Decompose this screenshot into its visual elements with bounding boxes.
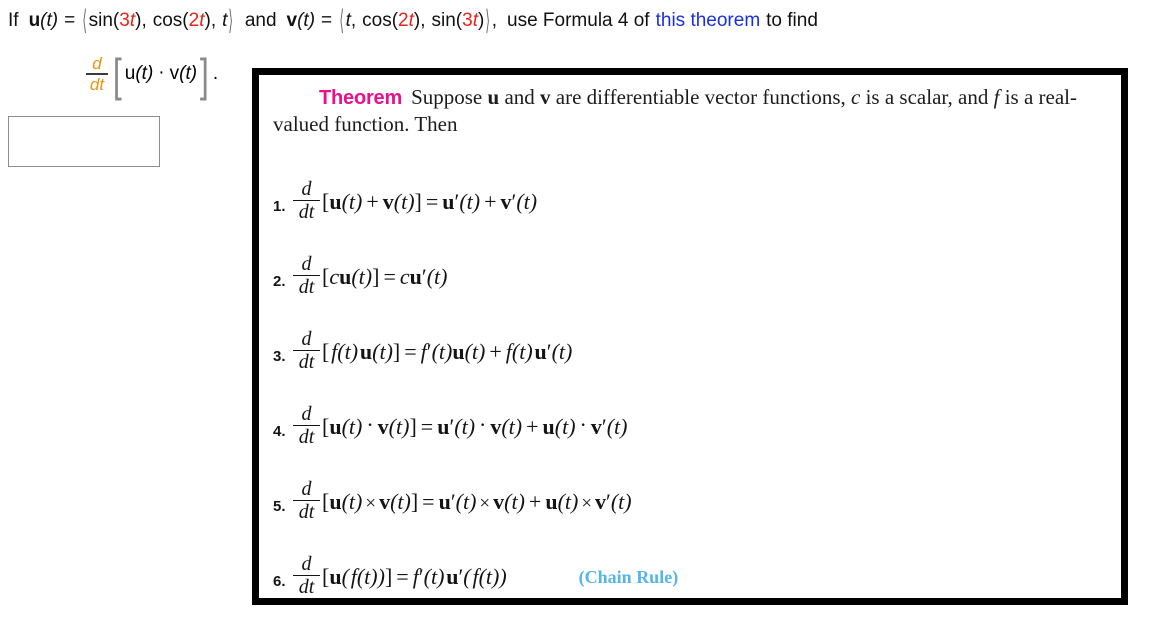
answer-input[interactable] bbox=[8, 116, 160, 167]
prompt-and: and bbox=[244, 10, 277, 31]
formula-body-2: [cu(t)] = cu′(t) bbox=[322, 263, 448, 289]
formula-denominator-6: dt bbox=[298, 576, 315, 599]
question-prompt: If u(t) = ⟨sin(3t), cos(2t), t⟩ and v(t) = ⟨t, cos… bbox=[8, 6, 818, 36]
formula-fraction-4: d dt bbox=[293, 402, 320, 449]
formula-denominator-1: dt bbox=[298, 201, 315, 224]
formula-number-5: 5. bbox=[273, 498, 286, 515]
angle-bracket-close-icon: ⟩ bbox=[228, 6, 234, 37]
formula-2-equals: = bbox=[383, 263, 396, 289]
formula-numerator-5: d bbox=[301, 477, 312, 500]
formula-body-6: [u( f(t))] = f′(t) u′( f(t)) bbox=[322, 563, 507, 589]
theorem-title: Theorem bbox=[319, 87, 403, 109]
formula-number-3: 3. bbox=[273, 348, 286, 365]
formula-4-bracket-close: ] bbox=[409, 413, 417, 439]
derivative-denominator: dt bbox=[89, 75, 105, 95]
formula-body-1: [u(t) + v(t)] = u′(t) + v′(t) bbox=[322, 188, 538, 214]
derivative-expression: d dt [ u(t) · v(t) ] . bbox=[86, 48, 219, 101]
angle-bracket-open-icon-2: ⟨ bbox=[339, 6, 345, 37]
formula-denominator-5: dt bbox=[298, 501, 315, 524]
prompt-u-equals: = bbox=[64, 10, 76, 31]
prompt-instruction-before: use Formula 4 of bbox=[507, 10, 650, 31]
formula-body-4: [u(t) · v(t)] = u′(t) · v(t) + u(t) · v′(t) bbox=[322, 411, 628, 439]
red-coef-1: 3 bbox=[119, 10, 130, 31]
theorem-intro-line2-part1: and bbox=[958, 85, 989, 109]
theorem-f-symbol: f bbox=[993, 85, 1000, 109]
this-theorem-link[interactable]: this theorem bbox=[656, 10, 761, 31]
theorem-intro-part2: are differentiable vector functions, bbox=[555, 85, 846, 109]
prompt-u-arg: (t) bbox=[40, 10, 59, 31]
formula-number-4: 4. bbox=[273, 423, 286, 440]
prompt-v-comp-3: sin(3t) bbox=[431, 10, 485, 31]
formula-row-6: 6. d dt [u( f(t))] = f′(t) u′( f(t)) (Chai… bbox=[273, 538, 1123, 613]
theorem-formula-list: 1. d dt [u(t) + v(t)] = u′(t) + v′(t) 2. d dt … bbox=[273, 163, 1123, 613]
theorem-intro-part1: Suppose bbox=[411, 85, 483, 109]
angle-bracket-close-icon-2: ⟩ bbox=[485, 6, 491, 37]
formula-numerator-1: d bbox=[301, 177, 312, 200]
theorem-u-symbol: u bbox=[487, 85, 500, 109]
bracket-open-icon: [ bbox=[112, 48, 122, 101]
formula-number-2: 2. bbox=[273, 273, 286, 290]
formula-number-6: 6. bbox=[273, 573, 286, 590]
formula-denominator-2: dt bbox=[298, 276, 315, 299]
prompt-v-symbol: v bbox=[286, 10, 298, 31]
formula-4-equals: = bbox=[420, 413, 434, 439]
formula-fraction-5: d dt bbox=[293, 477, 320, 524]
formula-numerator-6: d bbox=[301, 552, 312, 575]
theorem-v-symbol: v bbox=[540, 85, 551, 109]
theorem-content: Theorem Suppose u and v are differentiabl… bbox=[259, 75, 1121, 598]
prompt-v-arg: (t) bbox=[297, 10, 316, 31]
formula-numerator-2: d bbox=[301, 252, 312, 275]
prompt-instruction-after: to find bbox=[766, 10, 818, 31]
formula-1-equals: = bbox=[425, 188, 439, 214]
theorem-c-symbol: c bbox=[851, 85, 861, 109]
formula-fraction-2: d dt bbox=[293, 252, 320, 299]
formula-denominator-3: dt bbox=[298, 351, 315, 374]
theorem-statement: Theorem Suppose u and v are differentiabl… bbox=[273, 84, 1107, 137]
formula-5-equals: = bbox=[422, 488, 435, 514]
formula-row-2: 2. d dt [cu(t)] = cu′(t) bbox=[273, 238, 1123, 313]
formula-3-equals: = bbox=[404, 338, 417, 364]
prompt-u-comp-1: sin(3t) bbox=[88, 10, 142, 31]
formula-6-equals: = bbox=[396, 563, 409, 589]
red-coef-3: 2 bbox=[398, 10, 409, 31]
formula-fraction-6: d dt bbox=[293, 552, 320, 599]
formula-1-bracket-close: ] bbox=[414, 188, 422, 214]
prompt-v-comp-2: cos(2t) bbox=[362, 10, 421, 31]
derivative-numerator: d bbox=[92, 54, 102, 73]
derivative-inner-expression: u(t) · v(t) bbox=[124, 62, 198, 85]
red-coef-4: 3 bbox=[462, 10, 473, 31]
formula-row-3: 3. d dt [ f(t) u(t)] = f′(t)u(t) + f(t) u′(t… bbox=[273, 313, 1123, 388]
formula-fraction-1: d dt bbox=[293, 177, 320, 224]
derivative-fraction: d dt bbox=[86, 55, 108, 94]
angle-bracket-open-icon: ⟨ bbox=[82, 6, 88, 37]
deriv-v-symbol: v bbox=[169, 63, 180, 85]
formula-body-5: [u(t) × v(t)] = u′(t) × v(t) + u(t) × v′(t) bbox=[322, 488, 632, 514]
deriv-u-symbol: u bbox=[124, 63, 136, 85]
prompt-u-comp-3: t bbox=[222, 10, 228, 31]
formula-numerator-3: d bbox=[301, 327, 312, 350]
theorem-panel: Theorem Suppose u and v are differentiabl… bbox=[252, 68, 1128, 605]
formula-fraction-3: d dt bbox=[293, 327, 320, 374]
derivative-period: . bbox=[212, 63, 219, 85]
prompt-u-symbol: u bbox=[28, 10, 41, 31]
chain-rule-note: (Chain Rule) bbox=[578, 567, 679, 587]
dot-product-operator: · bbox=[158, 62, 165, 84]
red-coef-2: 2 bbox=[188, 10, 200, 31]
bracket-close-icon: ] bbox=[199, 48, 209, 101]
prompt-comma: , bbox=[491, 10, 498, 31]
theorem-intro-part3: is a scalar, bbox=[865, 85, 953, 109]
deriv-u-arg: (t) bbox=[135, 63, 154, 85]
theorem-intro-and: and bbox=[504, 85, 535, 109]
formula-denominator-4: dt bbox=[298, 426, 315, 449]
prompt-lead: If bbox=[8, 10, 19, 31]
formula-body-3: [ f(t) u(t)] = f′(t)u(t) + f(t) u′(t) bbox=[322, 338, 573, 364]
formula-number-1: 1. bbox=[273, 198, 286, 215]
formula-numerator-4: d bbox=[301, 402, 312, 425]
prompt-v-equals: = bbox=[321, 10, 333, 31]
deriv-v-arg: (t) bbox=[179, 63, 198, 85]
formula-row-4: 4. d dt [u(t) · v(t)] = u′(t) · v(t) + u(t) · v′(t… bbox=[273, 388, 1123, 463]
formula-row-5: 5. d dt [u(t) × v(t)] = u′(t) × v(t) + u(t) × v′(t… bbox=[273, 463, 1123, 538]
formula-row-1: 1. d dt [u(t) + v(t)] = u′(t) + v′(t) bbox=[273, 163, 1123, 238]
prompt-u-comp-2: cos(2t) bbox=[152, 10, 211, 31]
